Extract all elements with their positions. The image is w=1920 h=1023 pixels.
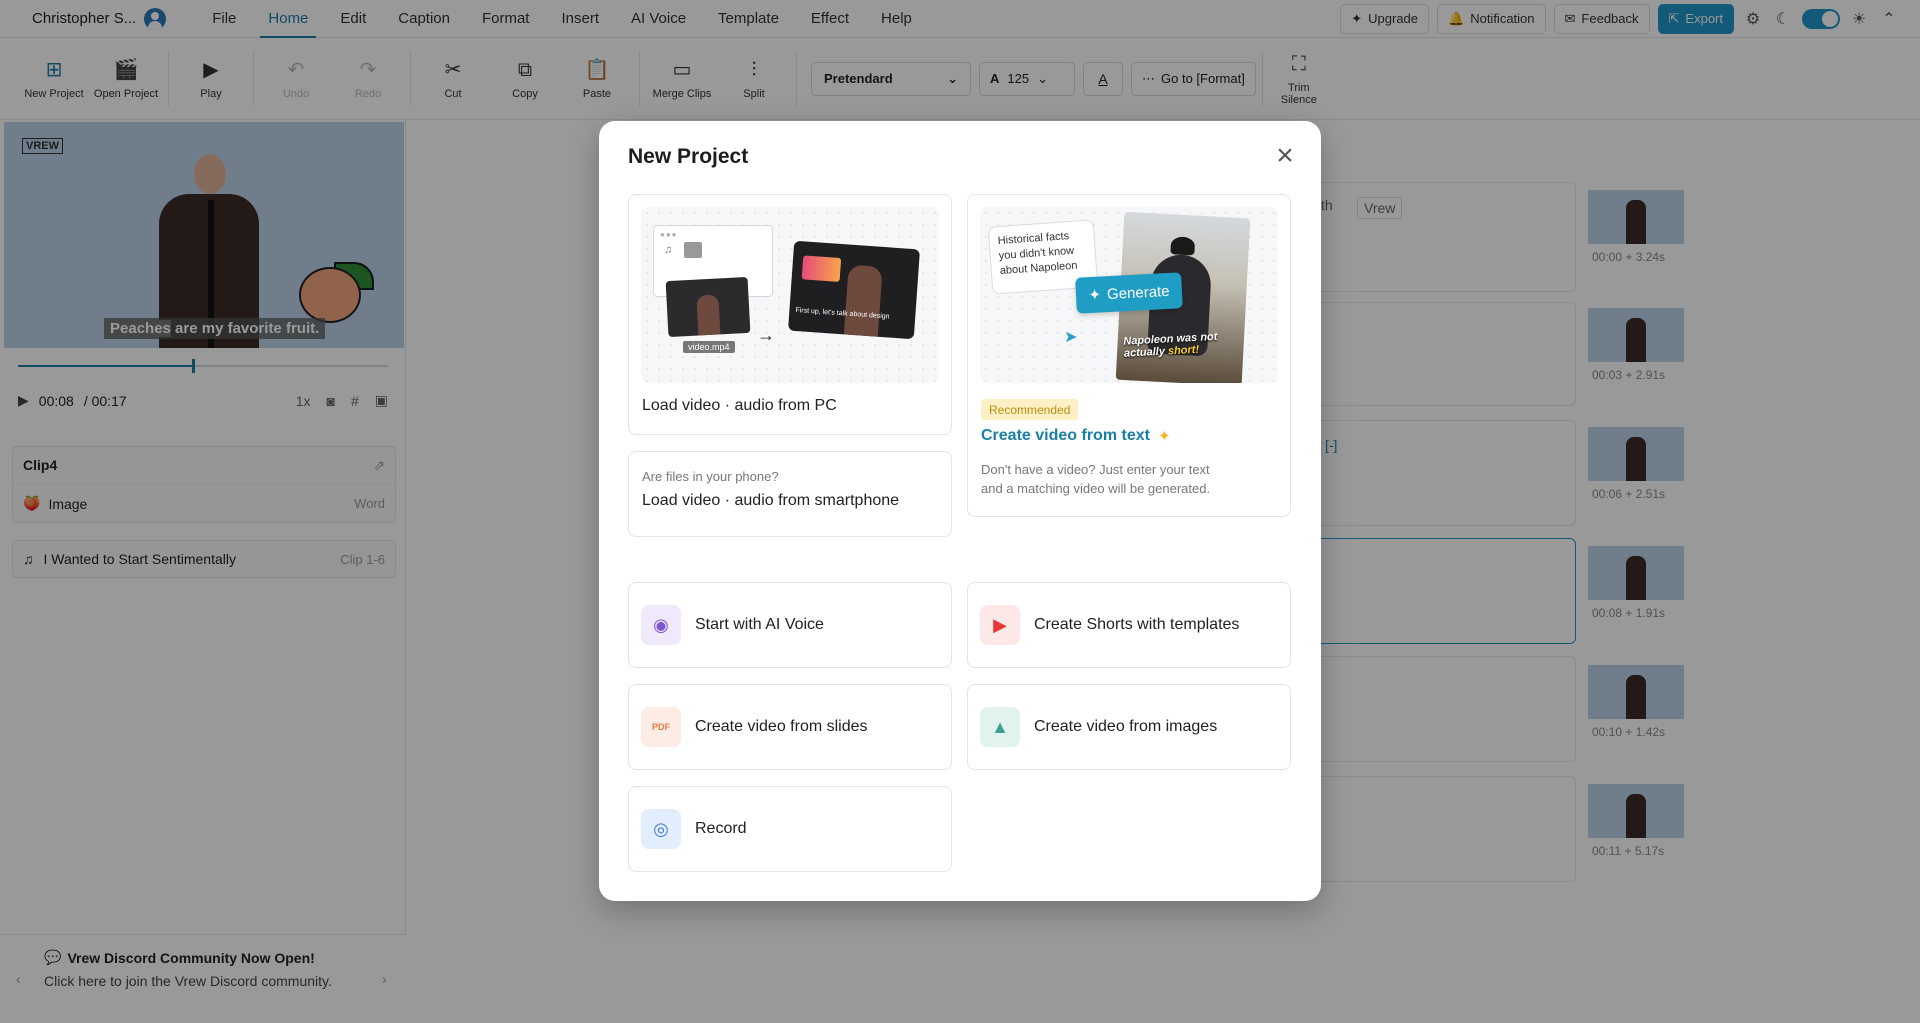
load-from-smartphone-card[interactable]: Are files in your phone? Load video · au…	[628, 451, 952, 537]
text-to-video-title: Create video from text	[981, 427, 1150, 444]
text-to-video-title-row: Create video from text ✦	[981, 427, 1171, 445]
webcam-icon: ◎	[641, 809, 681, 849]
generate-button-illustration: ✦ Generate	[1075, 272, 1183, 314]
shorts-label: Create Shorts with templates	[1034, 616, 1240, 633]
generate-label: Generate	[1106, 282, 1170, 303]
images-option[interactable]: ▲ Create video from images	[967, 684, 1291, 770]
text-to-video-card[interactable]: Historical facts you didn't know about N…	[967, 194, 1291, 517]
napoleon-caption-accent: short!	[1167, 343, 1200, 358]
window-dots: ●●●	[660, 230, 678, 239]
sparkle-icon: ✦	[1088, 286, 1102, 305]
music-note-icon: ♫	[664, 244, 673, 256]
load-phone-label: Load video · audio from smartphone	[642, 492, 900, 509]
close-icon[interactable]: ×	[1270, 141, 1300, 173]
text-to-video-desc: Don't have a video? Just enter your text…	[981, 462, 1211, 496]
images-label: Create video from images	[1034, 718, 1218, 735]
record-label: Record	[695, 820, 747, 837]
ai-voice-label: Start with AI Voice	[695, 616, 824, 633]
video-file-thumbnail	[665, 276, 751, 338]
record-option[interactable]: ◎ Record	[628, 786, 952, 872]
sparkle-icon: ✦	[1157, 428, 1171, 445]
slides-label: Create video from slides	[695, 718, 868, 735]
image-file-icon	[684, 242, 702, 258]
pdf-icon: PDF	[641, 707, 681, 747]
video-caption: First up, let's talk about design	[795, 306, 890, 321]
new-project-modal: New Project × ●●● ♫ video.mp4 → First up…	[599, 121, 1321, 901]
load-pc-label: Load video · audio from PC	[642, 397, 837, 414]
arrow-right-icon: →	[757, 325, 775, 345]
text-to-video-illustration: Historical facts you didn't know about N…	[980, 207, 1278, 383]
file-tag: video.mp4	[683, 341, 735, 353]
shorts-template-option[interactable]: ▶ Create Shorts with templates	[967, 582, 1291, 668]
cursor-icon: ➤	[1064, 329, 1078, 346]
recommended-badge: Recommended	[981, 399, 1079, 420]
pc-illustration: ●●● ♫ video.mp4 → First up, let's talk a…	[641, 207, 939, 383]
ai-voice-option[interactable]: ◉ Start with AI Voice	[628, 582, 952, 668]
phone-hint: Are files in your phone?	[642, 469, 779, 484]
edited-video-thumbnail: First up, let's talk about design	[788, 240, 920, 340]
load-from-pc-card[interactable]: ●●● ♫ video.mp4 → First up, let's talk a…	[628, 194, 952, 435]
image-icon: ▲	[980, 707, 1020, 747]
shorts-icon: ▶	[980, 605, 1020, 645]
voice-icon: ◉	[641, 605, 681, 645]
slides-option[interactable]: PDF Create video from slides	[628, 684, 952, 770]
napoleon-caption: Napoleon was not actually short!	[1123, 330, 1234, 360]
modal-title: New Project	[628, 145, 749, 168]
